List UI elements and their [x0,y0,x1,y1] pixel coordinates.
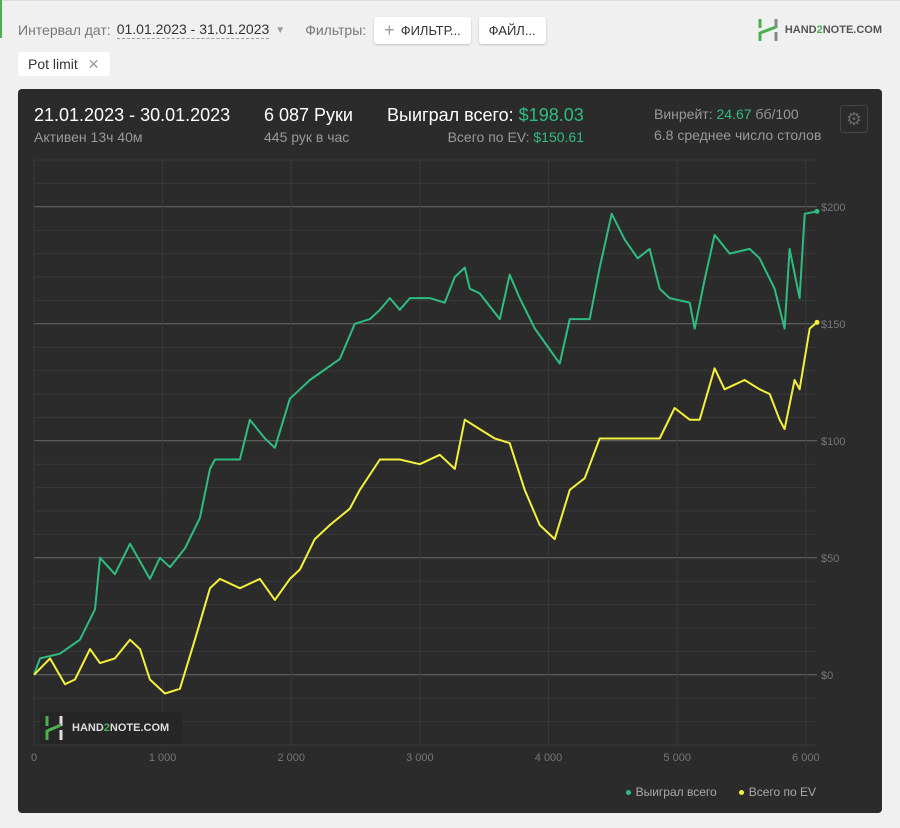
date-interval-select[interactable]: 01.01.2023 - 31.01.2023 [116,21,270,39]
plus-icon: + [384,19,395,40]
filters-label: Фильтры: [305,22,367,38]
legend-label: Выиграл всего [635,785,717,799]
legend-item-won[interactable]: Выиграл всего [625,785,717,799]
ev-total-endpoint [814,319,820,325]
won-total-endpoint [814,208,820,214]
logo-text: HAND [784,24,817,36]
file-button-label: ФАЙЛ... [488,22,536,38]
y-tick-label: $150 [821,319,845,331]
x-tick-label: 5 000 [663,752,691,764]
graph-panel: 21.01.2023 - 30.01.2023 Активен 13ч 40м … [18,89,882,813]
legend-label: Всего по EV [748,785,816,799]
active-filter-chip: Pot limit ✕ [18,52,110,76]
hand2note-logo: HAND 2 NOTE.COM [757,18,882,42]
bankroll-chart: 0 1 000 2 000 3 000 4 000 5 000 6 000 $0 $50 $100… [31,159,845,764]
date-interval-label: Интервал дат: [18,22,111,38]
accent-edge [0,0,2,38]
y-tick-label: $0 [821,670,833,682]
add-filter-button[interactable]: + ФИЛЬТР... [374,16,471,44]
file-button[interactable]: ФАЙЛ... [478,16,546,44]
y-tick-label: $50 [821,553,839,565]
y-tick-label: $200 [821,202,845,214]
logo-icon [758,19,778,41]
chart-legend: Выиграл всего Всего по EV [625,785,816,799]
x-tick-label: 6 000 [792,752,820,764]
close-icon[interactable]: ✕ [88,56,100,73]
add-filter-label: ФИЛЬТР... [400,22,461,38]
x-tick-label: 3 000 [406,752,434,764]
x-tick-label: 4 000 [535,752,563,764]
chevron-down-icon[interactable]: ▼ [275,25,285,36]
watermark-logo: HAND 2 NOTE.COM [40,712,182,744]
top-border [0,0,900,1]
legend-dot [625,790,631,796]
legend-dot [738,790,744,796]
toolbar: Интервал дат: 01.01.2023 - 31.01.2023 ▼ … [18,16,546,44]
watermark-text: HAND [72,722,104,734]
watermark-text-end: NOTE.COM [109,722,170,734]
ev-total-line [33,321,818,695]
x-tick-label: 1 000 [149,752,177,764]
x-tick-label: 2 000 [278,752,306,764]
active-filter-label: Pot limit [28,56,78,72]
legend-item-ev[interactable]: Всего по EV [738,785,816,799]
logo-text-end: NOTE.COM [822,24,882,36]
x-tick-label: 0 [31,752,37,764]
y-tick-label: $100 [821,436,845,448]
watermark-icon [45,716,63,740]
won-total-line [33,210,818,676]
